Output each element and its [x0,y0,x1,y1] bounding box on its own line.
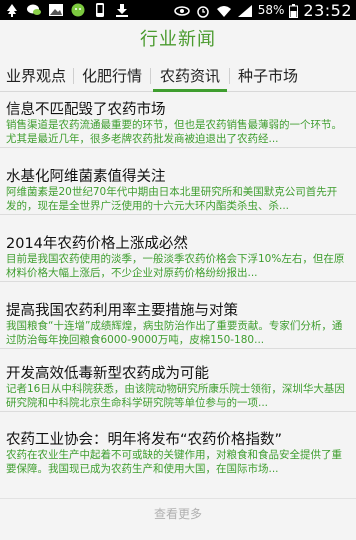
system-icons: 58% 23:52 [173,0,352,20]
header: 行业新闻 [0,20,356,60]
phone-icon [92,2,108,17]
page-title: 行业新闻 [140,29,216,50]
news-summary: 阿维菌素是20世纪70年代中期由日本北里研究所和美国默克公司首先开发的，现在是全… [6,186,338,212]
load-more-button[interactable]: 查看更多 [0,505,356,522]
tree-icon [4,2,20,17]
alarm-icon [195,3,211,18]
news-summary: 销售渠道是农药流通最重要的环节，但也是农药销售最薄弱的一个环节。尤其是最近几年，… [6,119,342,145]
clock: 23:52 [303,0,352,20]
news-title: 开发高效低毒新型农药成为可能 [6,366,209,382]
category-tabs: 业界观点 化肥行情 农药资讯 种子市场 [0,60,356,92]
notification-icons [4,2,130,17]
tab-divider [229,68,230,84]
news-item[interactable]: 2014年农药价格上涨成必然 目前是我国农药使用的淡季，一般淡季农药价格会下浮1… [0,227,356,282]
news-summary: 记者16日从中科院获悉，由该院动物研究所康乐院士领衔，深圳华大基因研究院和中科院… [6,383,345,409]
signal-icon [237,3,253,17]
battery-icon [289,3,299,18]
wechat-icon [70,2,86,17]
news-item[interactable]: 农药工业协会：明年将发布“农药价格指数” 农药在农业生产中起着不可或缺的关键作用… [0,423,356,478]
battery-percent: 58% [257,3,285,17]
news-title: 2014年农药价格上涨成必然 [6,236,188,252]
wifi-icon [216,3,232,17]
news-summary: 农药在农业生产中起着不可或缺的关键作用，对粮食和食品安全提供了重要保障。我国现已… [6,449,342,475]
tab-fertilizer-market[interactable]: 化肥行情 [76,60,148,92]
news-item[interactable]: 信息不匹配毁了农药市场 销售渠道是农药流通最重要的环节，但也是农药销售最薄弱的一… [0,93,356,148]
news-item[interactable]: 提高我国农药利用率主要措施与对策 我国粮食“十连增”成绩辉煌，病虫防治作出了重要… [0,294,356,349]
chat-icon [26,2,42,16]
tab-seed-market[interactable]: 种子市场 [232,60,304,92]
download-icon [114,2,130,17]
divider [0,498,356,499]
eye-icon [173,3,190,17]
news-title: 信息不匹配毁了农药市场 [6,102,166,118]
status-bar: 58% 23:52 [0,0,356,20]
tab-pesticide-news[interactable]: 农药资讯 [153,60,227,92]
tab-divider [150,68,151,84]
news-summary: 我国粮食“十连增”成绩辉煌，病虫防治作出了重要贡献。专家们分析，通过防治每年挽回… [6,320,343,346]
news-summary: 目前是我国农药使用的淡季，一般淡季农药价格会下浮10%左右，但在原材料价格大幅上… [6,253,345,279]
news-title: 农药工业协会：明年将发布“农药价格指数” [6,432,283,448]
news-title: 水基化阿维菌素值得关注 [6,169,166,185]
tab-divider [73,68,74,84]
news-item[interactable]: 水基化阿维菌素值得关注 阿维菌素是20世纪70年代中期由日本北里研究所和美国默克… [0,160,356,215]
news-item[interactable]: 开发高效低毒新型农药成为可能 记者16日从中科院获悉，由该院动物研究所康乐院士领… [0,357,356,412]
news-title: 提高我国农药利用率主要措施与对策 [6,303,238,319]
tab-industry-views[interactable]: 业界观点 [0,60,72,92]
image-icon [48,2,64,16]
